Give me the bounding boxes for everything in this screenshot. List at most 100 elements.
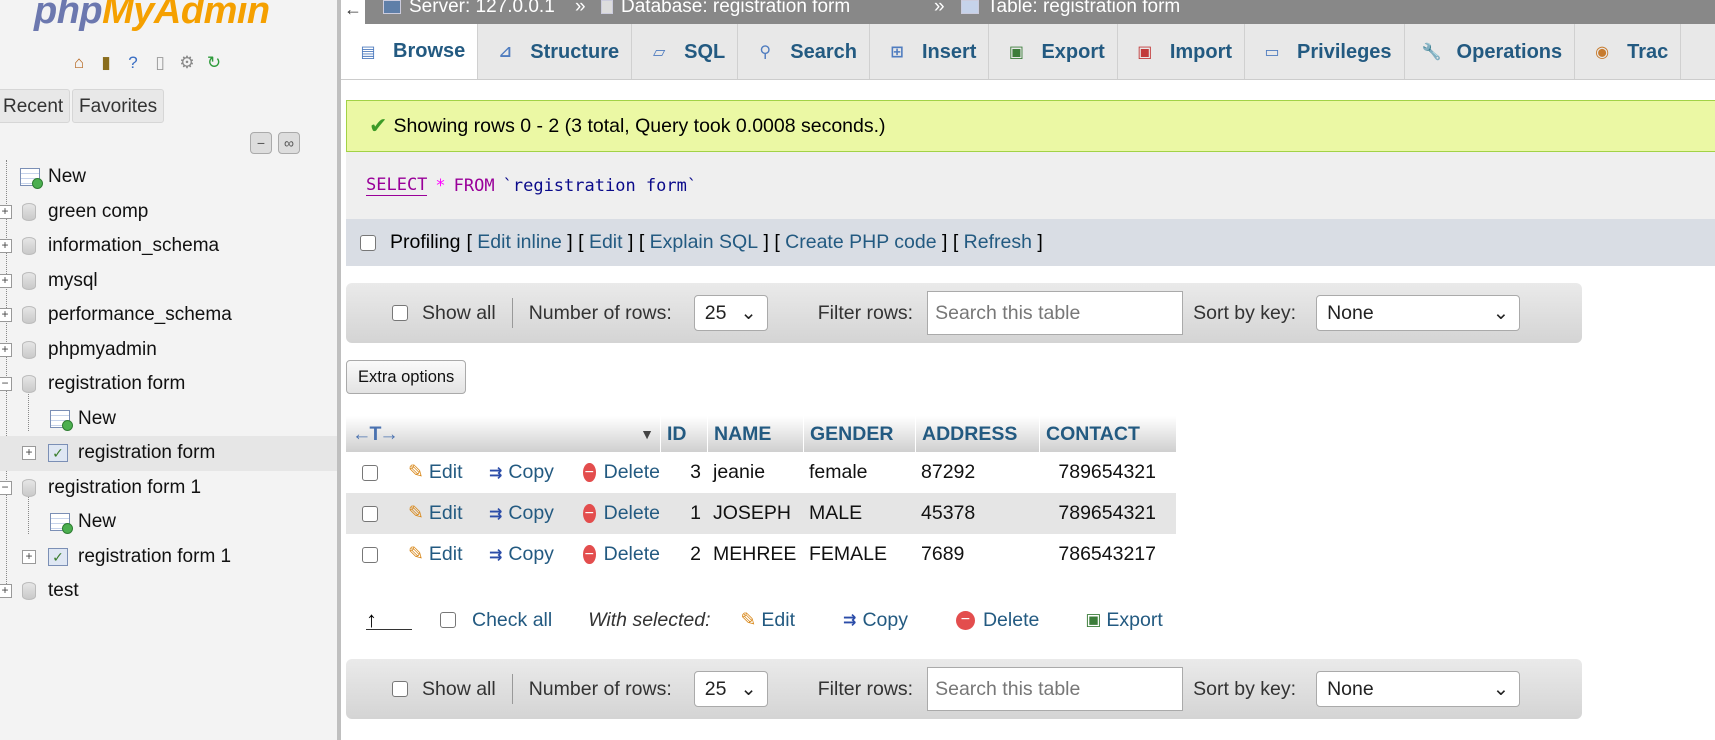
row-copy-link[interactable]: ⇉ Copy <box>489 543 583 566</box>
cell-contact[interactable]: 789654321 <box>1039 461 1162 484</box>
edit-inline-link[interactable]: Edit inline <box>477 231 562 253</box>
refresh-link[interactable]: Refresh <box>964 231 1032 253</box>
tree-item-registration-form-1[interactable]: − registration form 1 <box>0 471 337 506</box>
cell-id[interactable]: 1 <box>660 502 707 525</box>
row-edit-link[interactable]: ✎ Edit <box>408 543 489 566</box>
row-checkbox[interactable] <box>362 505 378 522</box>
breadcrumb-table[interactable]: Table: registration form <box>961 0 1180 16</box>
tree-item-information-schema[interactable]: + information_schema <box>0 229 337 264</box>
tab-operations[interactable]: 🔧 Operations <box>1405 24 1576 79</box>
number-of-rows-select[interactable]: 25 ⌄ <box>693 295 768 331</box>
cell-id[interactable]: 3 <box>660 461 707 484</box>
check-all-checkbox[interactable] <box>440 612 456 628</box>
profiling-checkbox[interactable] <box>360 234 376 251</box>
column-header-id[interactable]: ID <box>660 416 707 452</box>
sidebar-resize-handle[interactable] <box>337 0 341 740</box>
tree-item-registration-form-new[interactable]: New <box>0 402 337 437</box>
tree-item-phpmyadmin[interactable]: + phpmyadmin <box>0 333 337 368</box>
tree-item-mysql[interactable]: + mysql <box>0 264 337 299</box>
check-all-label[interactable]: Check all <box>472 609 552 632</box>
settings-gear-icon[interactable]: ⚙ <box>176 52 198 74</box>
filter-rows-input[interactable]: Search this table <box>927 667 1184 711</box>
create-php-code-link[interactable]: Create PHP code <box>785 231 936 253</box>
expand-icon[interactable]: + <box>0 204 12 219</box>
expand-icon[interactable]: + <box>22 549 36 564</box>
column-move-arrows[interactable]: ←T→ <box>352 423 399 446</box>
tab-tracking[interactable]: ◉ Trac <box>1575 24 1682 79</box>
collapse-all-icon[interactable]: − <box>250 132 272 154</box>
row-checkbox[interactable] <box>362 546 378 563</box>
sidebar-tab-favorites[interactable]: Favorites <box>72 89 165 123</box>
sql-keyword-select[interactable]: SELECT <box>366 175 428 196</box>
cell-name[interactable]: MEHREE <box>707 543 803 566</box>
row-copy-link[interactable]: ⇉ Copy <box>489 502 583 525</box>
tree-item-performance-schema[interactable]: + performance_schema <box>0 298 337 333</box>
cell-gender[interactable]: MALE <box>803 502 915 525</box>
reload-icon[interactable]: ↻ <box>203 52 225 74</box>
tab-privileges[interactable]: ▭ Privileges <box>1245 24 1405 79</box>
tab-browse[interactable]: ▤ Browse <box>341 24 479 79</box>
bulk-export-button[interactable]: ▣ Export <box>1085 609 1162 632</box>
column-header-address[interactable]: ADDRESS <box>915 416 1039 452</box>
breadcrumb-database[interactable]: Database: registration form <box>601 0 850 16</box>
tab-search[interactable]: ⚲ Search <box>738 24 870 79</box>
cell-address[interactable]: 7689 <box>915 543 1039 566</box>
bulk-delete-button[interactable]: − Delete <box>955 609 1039 632</box>
expand-icon[interactable]: + <box>0 308 12 323</box>
row-checkbox[interactable] <box>362 464 378 481</box>
cell-address[interactable]: 45378 <box>915 502 1039 525</box>
link-with-main-icon[interactable]: ∞ <box>278 132 300 154</box>
expand-icon[interactable]: + <box>0 239 12 254</box>
table-structure-icon[interactable]: ✓ <box>48 444 68 463</box>
logout-icon[interactable]: ▮ <box>95 52 117 74</box>
explain-sql-link[interactable]: Explain SQL <box>650 231 758 253</box>
tree-item-test[interactable]: + test <box>0 574 337 609</box>
cell-name[interactable]: JOSEPH <box>707 502 803 525</box>
bulk-copy-button[interactable]: ⇉ Copy <box>843 609 908 632</box>
row-edit-link[interactable]: ✎ Edit <box>408 502 489 525</box>
tab-export[interactable]: ▣ Export <box>989 24 1118 79</box>
phpmyadmin-logo[interactable]: phpMyAdmin <box>34 0 270 33</box>
expand-icon[interactable]: + <box>0 584 12 599</box>
cell-gender[interactable]: FEMALE <box>803 543 915 566</box>
column-header-name[interactable]: NAME <box>707 416 803 452</box>
tab-insert[interactable]: ⊞ Insert <box>870 24 990 79</box>
sort-by-key-select[interactable]: None ⌄ <box>1316 671 1521 707</box>
expand-icon[interactable]: + <box>22 446 36 461</box>
show-all-checkbox[interactable] <box>392 305 408 321</box>
row-delete-link[interactable]: − Delete <box>583 502 660 525</box>
row-edit-link[interactable]: ✎ Edit <box>408 461 489 484</box>
filter-rows-input[interactable]: Search this table <box>927 291 1184 335</box>
tree-item-registration-form-table[interactable]: + ✓ registration form <box>0 436 337 471</box>
expand-icon[interactable]: + <box>0 342 12 357</box>
help-icon[interactable]: ? <box>122 52 144 74</box>
sort-dropdown-icon[interactable]: ▼ <box>640 426 654 442</box>
tree-item-registration-form-1-new[interactable]: New <box>0 505 337 540</box>
tab-structure[interactable]: ⊿ Structure <box>478 24 633 79</box>
tree-item-registration-form[interactable]: − registration form <box>0 367 337 402</box>
edit-link[interactable]: Edit <box>589 231 623 253</box>
cell-id[interactable]: 2 <box>660 543 707 566</box>
cell-address[interactable]: 87292 <box>915 461 1039 484</box>
bulk-edit-button[interactable]: ✎ Edit <box>741 609 796 632</box>
back-arrow-icon[interactable]: ← <box>341 0 365 24</box>
table-structure-icon[interactable]: ✓ <box>48 547 68 566</box>
column-header-contact[interactable]: CONTACT <box>1039 416 1162 452</box>
collapse-icon[interactable]: − <box>0 377 12 392</box>
sidebar-tab-recent[interactable]: Recent <box>0 89 71 123</box>
tree-item-new[interactable]: New <box>0 160 337 195</box>
expand-icon[interactable]: + <box>0 273 12 288</box>
docs-icon[interactable]: ▯ <box>149 52 171 74</box>
cell-gender[interactable]: female <box>803 461 915 484</box>
row-delete-link[interactable]: − Delete <box>583 543 660 566</box>
tree-item-registration-form-1-table[interactable]: + ✓ registration form 1 <box>0 540 337 575</box>
tab-import[interactable]: ▣ Import <box>1118 24 1246 79</box>
row-delete-link[interactable]: − Delete <box>583 461 660 484</box>
sort-by-key-select[interactable]: None ⌄ <box>1316 295 1521 331</box>
cell-name[interactable]: jeanie <box>707 461 803 484</box>
number-of-rows-select[interactable]: 25 ⌄ <box>693 671 768 707</box>
column-header-gender[interactable]: GENDER <box>803 416 915 452</box>
collapse-icon[interactable]: − <box>0 480 12 495</box>
tab-sql[interactable]: ▱ SQL <box>632 24 739 79</box>
tree-item-green-comp[interactable]: + green comp <box>0 195 337 230</box>
